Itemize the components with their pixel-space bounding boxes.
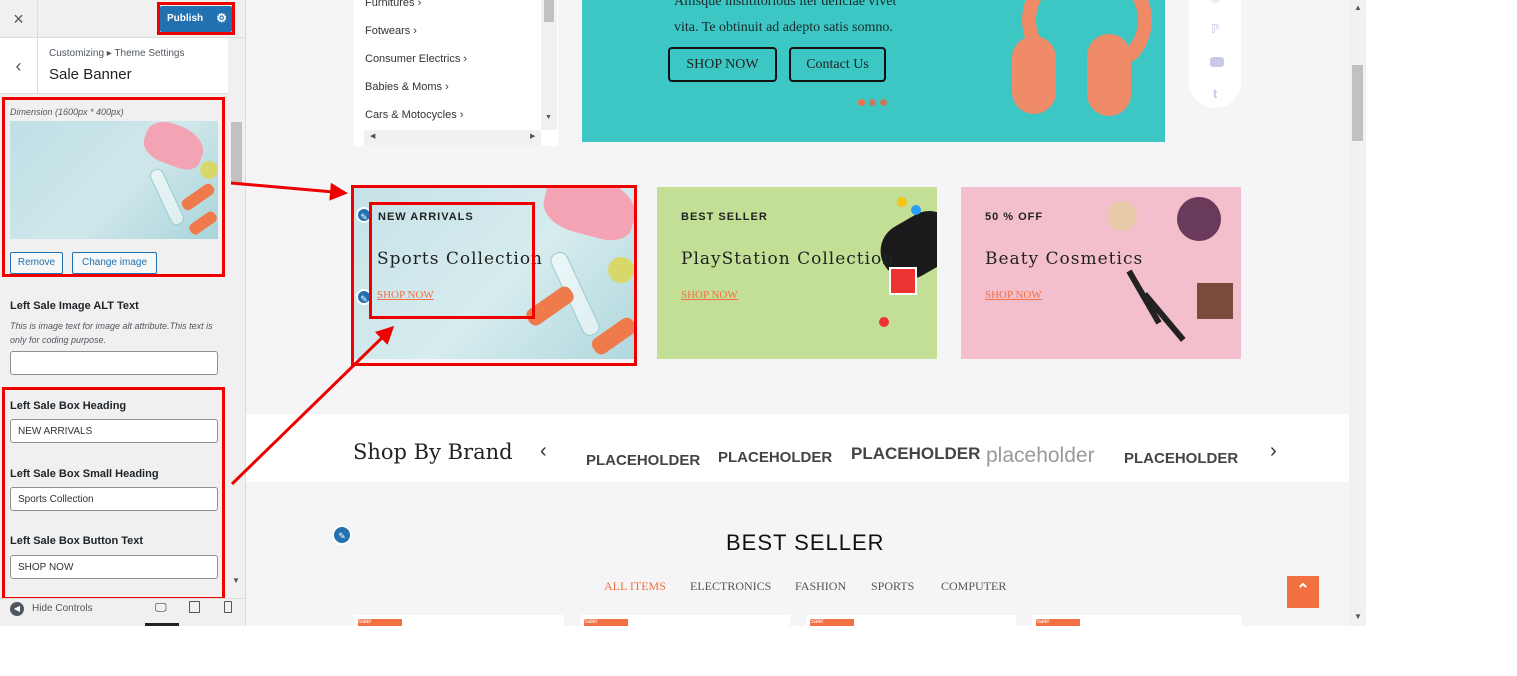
arrow-to-banner — [230, 181, 348, 201]
annotation-arrows — [230, 181, 395, 486]
arrow-to-text — [230, 325, 395, 486]
